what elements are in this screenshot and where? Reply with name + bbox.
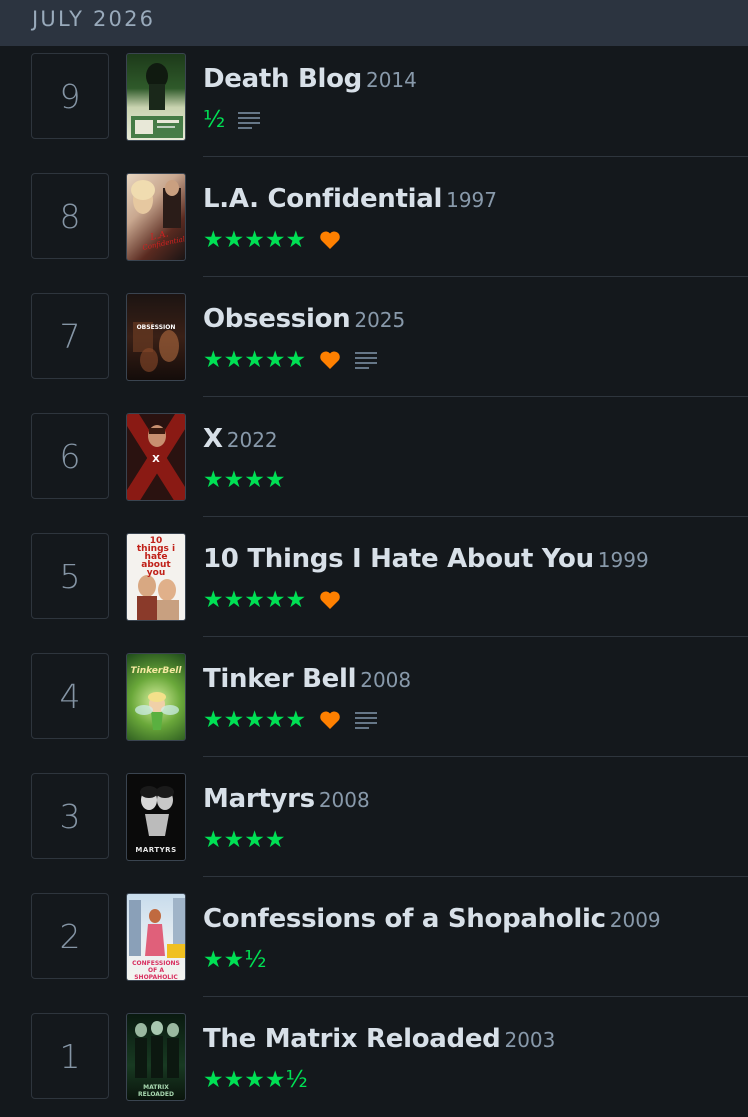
poster-label: OBSESSION — [136, 324, 176, 331]
film-year[interactable]: 1997 — [446, 188, 497, 212]
day-number[interactable]: 9 — [31, 53, 109, 139]
poster-art: L.A. Confidential — [131, 180, 185, 252]
review-icon[interactable] — [354, 349, 378, 371]
poster-label: CONFESSIONS OF A SHOPAHOLIC — [132, 960, 180, 981]
heart-icon[interactable] — [318, 589, 342, 611]
day-number[interactable]: 3 — [31, 773, 109, 859]
entry-info: Confessions of a Shopaholic 2009 ★★½ — [203, 903, 748, 973]
diary-entry[interactable]: 5 10 things i hate about you 10 Things I… — [0, 517, 748, 637]
diary-entry[interactable]: 4 TinkerBell Tinker Bell 2008 ★★★★★ — [0, 637, 748, 757]
diary-entry[interactable]: 3 MARTYRS Martyrs 2008 ★★★★ — [0, 757, 748, 877]
day-number[interactable]: 1 — [31, 1013, 109, 1099]
day-number[interactable]: 8 — [31, 173, 109, 259]
film-poster[interactable]: L.A. Confidential — [126, 173, 186, 261]
film-title[interactable]: X — [203, 424, 223, 454]
day-number[interactable]: 2 — [31, 893, 109, 979]
film-title[interactable]: The Matrix Reloaded — [203, 1024, 501, 1054]
film-poster[interactable] — [126, 53, 186, 141]
film-title[interactable]: Martyrs — [203, 784, 315, 814]
film-year[interactable]: 2009 — [610, 908, 661, 932]
film-title[interactable]: Obsession — [203, 304, 351, 334]
poster-label: TinkerBell — [130, 666, 182, 676]
star-rating: ½ — [203, 107, 226, 133]
star-rating: ★★★★★ — [203, 227, 307, 253]
film-poster[interactable]: TinkerBell — [126, 653, 186, 741]
diary-entry[interactable]: 7 OBSESSION Obsession 2025 ★★★★★ — [0, 277, 748, 397]
day-number[interactable]: 4 — [31, 653, 109, 739]
day-number[interactable]: 5 — [31, 533, 109, 619]
film-year[interactable]: 2003 — [504, 1028, 555, 1052]
entry-info: The Matrix Reloaded 2003 ★★★★½ — [203, 1023, 748, 1093]
poster-label: MARTYRS — [135, 846, 177, 854]
film-year[interactable]: 2025 — [354, 308, 405, 332]
film-title[interactable]: Death Blog — [203, 64, 362, 94]
diary-entry[interactable]: 1 MATRIX RELOADED The Matrix Reloaded 200… — [0, 997, 748, 1117]
star-rating: ★★★★ — [203, 827, 286, 853]
entry-info: Death Blog 2014 ½ — [203, 63, 748, 133]
entry-info: L.A. Confidential 1997 ★★★★★ — [203, 183, 748, 253]
entry-info: Tinker Bell 2008 ★★★★★ — [203, 663, 748, 733]
poster-label: X — [152, 454, 160, 465]
star-rating: ★★★★ — [203, 467, 286, 493]
star-rating: ★★★★½ — [203, 1067, 308, 1093]
day-number[interactable]: 7 — [31, 293, 109, 379]
film-poster[interactable]: X — [126, 413, 186, 501]
poster-label: 10 things i hate about you — [136, 536, 176, 578]
film-year[interactable]: 2014 — [366, 68, 417, 92]
film-poster[interactable]: 10 things i hate about you — [126, 533, 186, 621]
film-poster[interactable]: OBSESSION — [126, 293, 186, 381]
month-label: JULY 2026 — [32, 7, 156, 31]
star-rating: ★★½ — [203, 947, 267, 973]
film-title[interactable]: 10 Things I Hate About You — [203, 544, 594, 574]
film-year[interactable]: 2022 — [227, 428, 278, 452]
entry-info: 10 Things I Hate About You 1999 ★★★★★ — [203, 543, 748, 613]
film-year[interactable]: 1999 — [598, 548, 649, 572]
diary-entry[interactable]: 8 L.A. Confidential L.A. Confidential 199… — [0, 157, 748, 277]
entry-info: Obsession 2025 ★★★★★ — [203, 303, 748, 373]
review-icon[interactable] — [237, 109, 261, 131]
film-title[interactable]: Confessions of a Shopaholic — [203, 904, 606, 934]
star-rating: ★★★★★ — [203, 707, 307, 733]
star-rating: ★★★★★ — [203, 587, 307, 613]
film-title[interactable]: Tinker Bell — [203, 664, 357, 694]
entry-info: X 2022 ★★★★ — [203, 423, 748, 493]
film-year[interactable]: 2008 — [319, 788, 370, 812]
heart-icon[interactable] — [318, 229, 342, 251]
poster-art — [133, 322, 179, 372]
film-year[interactable]: 2008 — [360, 668, 411, 692]
diary-entry[interactable]: 9 Death Blog 2014 ½ — [0, 37, 748, 157]
film-poster[interactable]: MATRIX RELOADED — [126, 1013, 186, 1101]
film-title[interactable]: L.A. Confidential — [203, 184, 442, 214]
review-icon[interactable] — [354, 709, 378, 731]
film-poster[interactable]: MARTYRS — [126, 773, 186, 861]
diary-entry[interactable]: 6 X X 2022 ★★★★ — [0, 397, 748, 517]
day-number[interactable]: 6 — [31, 413, 109, 499]
film-poster[interactable]: CONFESSIONS OF A SHOPAHOLIC — [126, 893, 186, 981]
poster-art — [131, 63, 183, 138]
heart-icon[interactable] — [318, 709, 342, 731]
star-rating: ★★★★★ — [203, 347, 307, 373]
heart-icon[interactable] — [318, 349, 342, 371]
poster-label: MATRIX RELOADED — [138, 1084, 174, 1098]
diary-entry[interactable]: 2 CONFESSIONS OF A SHOPAHOLIC Confession… — [0, 877, 748, 997]
entry-info: Martyrs 2008 ★★★★ — [203, 783, 748, 853]
diary-list: 9 Death Blog 2014 ½ 8 L.A. Confidential … — [0, 37, 748, 1117]
